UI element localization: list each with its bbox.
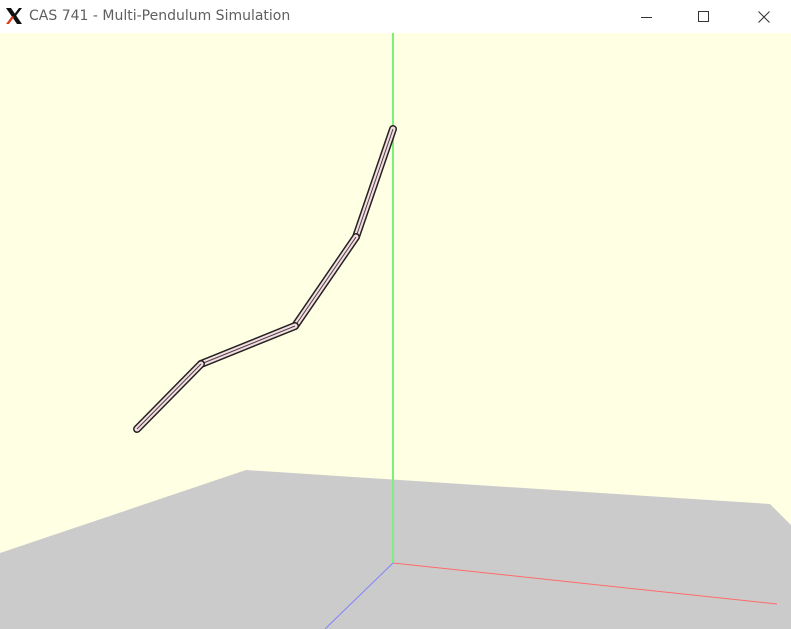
app-window: CAS 741 - Multi-Pendulum Simulation <box>0 0 791 629</box>
title-bar[interactable]: CAS 741 - Multi-Pendulum Simulation <box>0 0 791 33</box>
close-button[interactable] <box>741 0 787 33</box>
maximize-icon <box>698 10 710 23</box>
minimize-button[interactable] <box>624 0 670 33</box>
close-icon <box>758 10 770 23</box>
window-title: CAS 741 - Multi-Pendulum Simulation <box>29 8 291 24</box>
maximize-button[interactable] <box>681 0 727 33</box>
minimize-icon <box>641 11 653 23</box>
x11-logo-icon <box>4 6 24 26</box>
scene-canvas <box>0 33 791 629</box>
gl-viewport[interactable] <box>0 33 791 629</box>
